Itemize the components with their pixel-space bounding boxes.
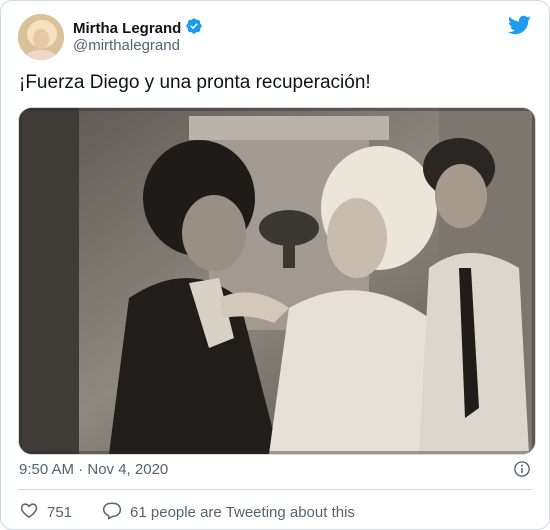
action-bar: 751 61 people are Tweeting about this xyxy=(19,500,355,524)
tweet-text: ¡Fuerza Diego y una pronta recuperación! xyxy=(19,72,371,93)
info-icon[interactable] xyxy=(513,460,531,478)
tweet-card: Mirtha Legrand @mirthalegrand ¡Fuerza Di… xyxy=(0,0,550,530)
tweet-photo[interactable] xyxy=(18,107,536,455)
tweet-timestamp[interactable]: 9:50 AM · Nov 4, 2020 xyxy=(19,461,168,479)
author-name[interactable]: Mirtha Legrand xyxy=(73,20,181,38)
twitter-bird-icon[interactable] xyxy=(507,13,531,37)
avatar[interactable] xyxy=(18,14,64,60)
verified-badge-icon xyxy=(185,17,203,40)
speech-bubble-icon xyxy=(102,500,122,524)
author-handle[interactable]: @mirthalegrand xyxy=(73,37,180,55)
like-count: 751 xyxy=(47,503,73,521)
like-button[interactable]: 751 xyxy=(19,500,72,524)
heart-icon xyxy=(19,500,39,524)
divider xyxy=(18,489,532,490)
tweeting-about-link[interactable]: 61 people are Tweeting about this xyxy=(102,500,355,524)
tweeting-about-text: 61 people are Tweeting about this xyxy=(130,503,355,521)
